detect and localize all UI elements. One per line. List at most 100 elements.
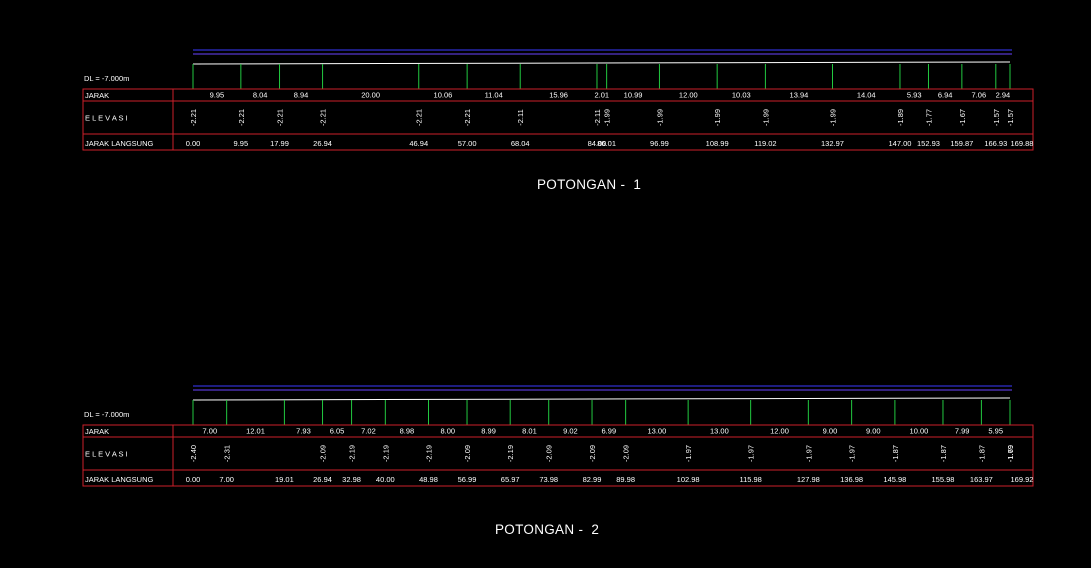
datum-label: DL = -7.000m (84, 410, 129, 419)
jarak-langsung-value: 73.98 (539, 475, 558, 484)
jarak-value: 13.00 (647, 427, 666, 436)
elevasi-value: -1.99 (713, 109, 722, 126)
jarak-value: 5.93 (907, 91, 922, 100)
jarak-langsung-value: 96.99 (650, 139, 669, 148)
jarak-value: 10.03 (732, 91, 751, 100)
jarak-value: 6.05 (330, 427, 345, 436)
ground-profile-line (192, 397, 1011, 401)
datum-label: DL = -7.000m (84, 74, 129, 83)
section-2-title: POTONGAN - 2 (495, 522, 600, 537)
elevasi-value: -2.21 (463, 109, 472, 126)
row-label-jarak-langsung: JARAK LANGSUNG (85, 475, 154, 484)
jarak-langsung-value: 108.99 (706, 139, 729, 148)
jarak-langsung-value: 155.98 (931, 475, 954, 484)
jarak-langsung-value: 56.99 (458, 475, 477, 484)
row-label-elevasi: E L E V A S I (85, 450, 128, 459)
jarak-value: 8.01 (522, 427, 537, 436)
elevasi-value: -1.99 (603, 109, 612, 126)
jarak-value: 2.94 (996, 91, 1011, 100)
elevasi-value: -1.69 (1006, 445, 1015, 462)
jarak-langsung-value: 119.02 (754, 139, 776, 148)
jarak-langsung-value: 26.94 (313, 139, 332, 148)
jarak-value: 7.02 (361, 427, 376, 436)
jarak-value: 11.04 (485, 91, 503, 100)
cad-drawing: DL = -7.000m JARAK E L E V A S I JARAK LANG… (82, 49, 1034, 487)
jarak-langsung-value: 7.00 (219, 475, 234, 484)
jarak-langsung-value: 0.00 (186, 139, 201, 148)
elevasi-value: -1.89 (896, 109, 905, 126)
jarak-langsung-value: 169.92 (1011, 475, 1034, 484)
jarak-value: 13.00 (710, 427, 729, 436)
jarak-langsung-value: 89.98 (616, 475, 635, 484)
jarak-value: 8.94 (294, 91, 309, 100)
elevasi-value: -2.09 (463, 445, 472, 462)
jarak-value: 9.00 (866, 427, 881, 436)
jarak-value: 12.00 (679, 91, 698, 100)
jarak-value: 12.00 (770, 427, 789, 436)
jarak-langsung-value: 145.98 (883, 475, 906, 484)
jarak-value: 13.94 (790, 91, 809, 100)
elevasi-value: -2.11 (593, 109, 602, 126)
jarak-value: 8.98 (400, 427, 415, 436)
elevasi-value: -1.99 (655, 109, 664, 126)
jarak-langsung-value: 86.01 (597, 139, 616, 148)
jarak-langsung-value: 136.98 (840, 475, 863, 484)
ground-profile-line (192, 61, 1011, 65)
row-label-jarak-langsung: JARAK LANGSUNG (85, 139, 154, 148)
jarak-langsung-value: 48.98 (419, 475, 438, 484)
jarak-langsung-value: 102.98 (677, 475, 700, 484)
elevasi-value: -2.09 (622, 445, 631, 462)
jarak-value: 10.99 (624, 91, 643, 100)
elevasi-value: -2.09 (319, 445, 328, 462)
jarak-langsung-value: 17.99 (270, 139, 289, 148)
elevasi-value: -1.97 (684, 445, 693, 462)
jarak-langsung-value: 19.01 (275, 475, 294, 484)
elevasi-value: -1.99 (828, 109, 837, 126)
jarak-langsung-value: 9.95 (234, 139, 249, 148)
jarak-langsung-value: 132.97 (821, 139, 844, 148)
jarak-langsung-value: 82.99 (583, 475, 602, 484)
jarak-value: 8.99 (481, 427, 496, 436)
jarak-langsung-value: 115.98 (739, 475, 761, 484)
jarak-value: 12.01 (246, 427, 265, 436)
elevasi-value: -2.19 (425, 445, 434, 462)
row-label-elevasi: E L E V A S I (85, 114, 128, 123)
elevasi-value: -1.97 (804, 445, 813, 462)
jarak-langsung-value: 32.98 (342, 475, 361, 484)
elevasi-value: -2.19 (348, 445, 357, 462)
jarak-value: 9.02 (563, 427, 578, 436)
elevasi-value: -1.67 (958, 109, 967, 126)
elevasi-value: -2.09 (588, 445, 597, 462)
jarak-langsung-value: 166.93 (984, 139, 1007, 148)
jarak-value: 20.00 (361, 91, 380, 100)
section-1-title: POTONGAN - 1 (537, 177, 642, 192)
jarak-value: 9.95 (210, 91, 225, 100)
jarak-langsung-value: 26.94 (313, 475, 332, 484)
elevasi-value: -1.77 (924, 109, 933, 126)
jarak-langsung-value: 163.97 (970, 475, 993, 484)
elevasi-value: -2.21 (415, 109, 424, 126)
jarak-langsung-value: 152.93 (917, 139, 940, 148)
elevasi-value: -2.09 (545, 445, 554, 462)
elevasi-value: -1.99 (761, 109, 770, 126)
jarak-value: 7.06 (972, 91, 987, 100)
jarak-value: 15.96 (549, 91, 568, 100)
elevasi-value: -2.21 (189, 109, 198, 126)
jarak-value: 7.99 (955, 427, 970, 436)
elevasi-value: -2.31 (223, 445, 232, 462)
jarak-value: 2.01 (595, 91, 610, 100)
jarak-langsung-value: 169.88 (1011, 139, 1034, 148)
jarak-langsung-value: 0.00 (186, 475, 201, 484)
row-label-jarak: JARAK (85, 427, 109, 436)
jarak-langsung-value: 147.00 (888, 139, 911, 148)
elevasi-value: -1.87 (977, 445, 986, 462)
elevasi-value: -2.21 (237, 109, 246, 126)
jarak-value: 8.00 (440, 427, 455, 436)
jarak-value: 6.99 (602, 427, 617, 436)
elevasi-value: -1.57 (992, 109, 1001, 126)
jarak-langsung-value: 40.00 (376, 475, 395, 484)
elevasi-value: -1.57 (1006, 109, 1015, 126)
elevasi-value: -2.40 (189, 445, 198, 462)
elevasi-value: -1.97 (747, 445, 756, 462)
jarak-langsung-value: 65.97 (501, 475, 520, 484)
